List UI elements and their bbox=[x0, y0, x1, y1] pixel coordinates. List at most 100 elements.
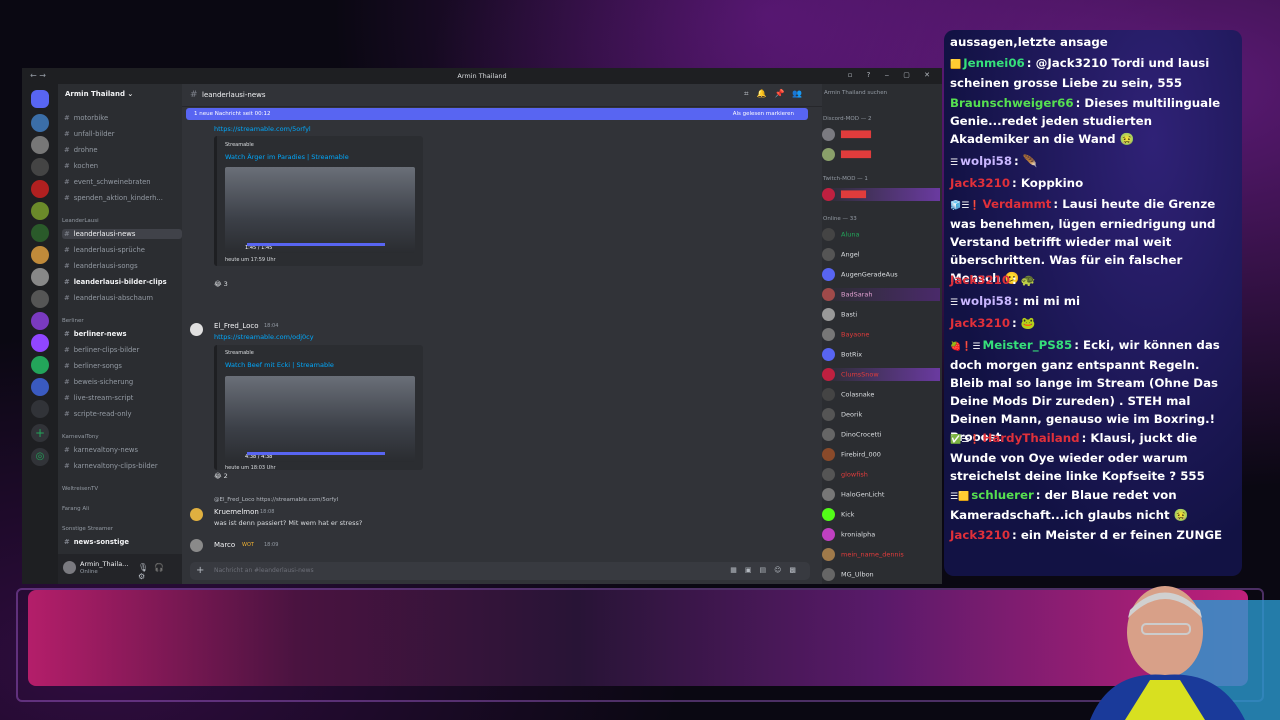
composer-placeholder[interactable]: Nachricht an #leanderlausi-news bbox=[214, 567, 314, 574]
message-author[interactable]: Marco bbox=[214, 541, 235, 549]
category-label[interactable]: LeanderLausi bbox=[62, 218, 99, 224]
member-item[interactable]: Basti bbox=[822, 308, 857, 321]
member-item[interactable]: ██████ bbox=[822, 148, 871, 161]
channel-item[interactable]: # news-sonstige bbox=[64, 538, 129, 546]
member-item[interactable]: Bayaone bbox=[822, 328, 869, 341]
plus-icon[interactable]: + bbox=[196, 565, 204, 576]
member-item[interactable]: Firebird_000 bbox=[822, 448, 881, 461]
explore-icon[interactable]: ◎ bbox=[31, 448, 49, 466]
channel-item[interactable]: # leanderlausi-abschaum bbox=[64, 294, 153, 302]
channel-item[interactable]: # berliner-songs bbox=[64, 362, 122, 370]
member-item[interactable]: HaloGenLicht bbox=[822, 488, 884, 501]
server-icon[interactable] bbox=[31, 202, 49, 220]
server-icon[interactable] bbox=[31, 246, 49, 264]
message-link[interactable]: https://streamable.com/odj0cy bbox=[214, 333, 314, 341]
message-link[interactable]: https://streamable.com/5orfyl bbox=[214, 125, 311, 133]
server-icon[interactable] bbox=[31, 400, 49, 418]
member-search[interactable]: Armin Thailand suchen bbox=[824, 90, 887, 96]
progress-bar[interactable] bbox=[247, 243, 385, 246]
member-item[interactable]: Colasnake bbox=[822, 388, 874, 401]
member-item[interactable]: MG_Ulbon bbox=[822, 568, 874, 581]
category-label[interactable]: WeltreisenTV bbox=[62, 486, 98, 492]
channel-item[interactable]: # drohne bbox=[64, 146, 98, 154]
member-item[interactable]: DinoCrocetti bbox=[822, 428, 881, 441]
hash-icon: # bbox=[190, 90, 198, 100]
channel-item[interactable]: # leanderlausi-bilder-clips bbox=[64, 278, 167, 286]
channel-item[interactable]: # karnevaltony-news bbox=[64, 446, 138, 454]
avatar[interactable] bbox=[190, 539, 203, 552]
channel-item[interactable]: # scripte-read-only bbox=[64, 410, 132, 418]
server-icon[interactable] bbox=[31, 312, 49, 330]
embed-title[interactable]: Watch Beef mit Ecki | Streamable bbox=[225, 361, 334, 369]
channel-item[interactable]: # beweis-sicherung bbox=[64, 378, 133, 386]
server-icon[interactable] bbox=[31, 114, 49, 132]
server-icon[interactable] bbox=[31, 158, 49, 176]
header-icons[interactable]: ⌗🔔📌👥 bbox=[744, 89, 810, 99]
category-label[interactable]: KarnevalTony bbox=[62, 434, 99, 440]
user-badge: WOT bbox=[242, 542, 254, 548]
chat-message: ✅☰❗ HardyThailand: Klausi, juckt die Wund… bbox=[950, 431, 1205, 483]
composer-icons[interactable]: ▦▣▤☺▩ bbox=[730, 566, 804, 574]
member-item[interactable]: glowfish bbox=[822, 468, 868, 481]
member-item[interactable]: █████ bbox=[822, 188, 940, 201]
member-item[interactable]: Kick bbox=[822, 508, 854, 521]
new-message-bar[interactable]: 1 neue Nachricht seit 00:12 Als gelesen … bbox=[186, 108, 808, 120]
channel-item[interactable]: # leanderlausi-sprüche bbox=[64, 246, 145, 254]
mic-headset-settings-icon[interactable]: 🎙🎧⚙ bbox=[138, 563, 182, 581]
message-author[interactable]: Kruemelmon bbox=[214, 508, 259, 516]
mark-read-button[interactable]: Als gelesen markieren bbox=[733, 111, 794, 117]
webcam-feed bbox=[1090, 586, 1280, 720]
server-icon[interactable] bbox=[31, 356, 49, 374]
reply-reference[interactable]: @El_Fred_Loco https://streamable.com/5or… bbox=[214, 497, 338, 503]
video-player[interactable]: 4:38 / 4:38 bbox=[225, 376, 415, 462]
server-icon[interactable] bbox=[31, 290, 49, 308]
message-composer[interactable]: + Nachricht an #leanderlausi-news ▦▣▤☺▩ bbox=[190, 562, 810, 580]
server-icon[interactable] bbox=[31, 334, 49, 352]
member-item[interactable]: mein_name_dennis bbox=[822, 548, 904, 561]
category-label[interactable]: Berliner bbox=[62, 318, 84, 324]
message-author[interactable]: El_Fred_Loco bbox=[214, 322, 259, 330]
channel-item[interactable]: # kochen bbox=[64, 162, 98, 170]
server-icon[interactable] bbox=[31, 224, 49, 242]
member-item[interactable]: Deorik bbox=[822, 408, 862, 421]
channel-item-active[interactable]: # leanderlausi-news bbox=[62, 229, 182, 239]
channel-item[interactable]: # berliner-clips-bilder bbox=[64, 346, 139, 354]
window-controls[interactable]: ▫ ? ‒ ▢ ✕ bbox=[848, 71, 936, 79]
avatar[interactable] bbox=[190, 323, 203, 336]
server-icon[interactable] bbox=[31, 268, 49, 286]
guild-name[interactable]: Armin Thailand ⌄ bbox=[65, 90, 133, 98]
video-player[interactable]: 1:45 / 1:45 bbox=[225, 167, 415, 253]
channel-item[interactable]: # motorbike bbox=[64, 114, 108, 122]
avatar[interactable] bbox=[63, 561, 76, 574]
add-server-icon[interactable]: + bbox=[31, 424, 49, 442]
member-category: Online — 33 bbox=[823, 216, 857, 222]
member-item[interactable]: AugenGeradeAus bbox=[822, 268, 898, 281]
server-icon[interactable] bbox=[31, 136, 49, 154]
channel-item[interactable]: # karnevaltony-clips-bilder bbox=[64, 462, 158, 470]
member-item[interactable]: BotRix bbox=[822, 348, 862, 361]
chat-message: aussagen,letzte ansage bbox=[950, 35, 1108, 49]
reaction[interactable]: 😂 3 bbox=[214, 280, 228, 288]
member-item[interactable]: BadSarah bbox=[822, 288, 940, 301]
server-icon[interactable] bbox=[31, 378, 49, 396]
member-item[interactable]: Aluna bbox=[822, 228, 859, 241]
channel-item[interactable]: # leanderlausi-songs bbox=[64, 262, 138, 270]
member-item[interactable]: kronialpha bbox=[822, 528, 875, 541]
category-label[interactable]: Sonstige Streamer bbox=[62, 526, 113, 532]
member-item[interactable]: Angel bbox=[822, 248, 860, 261]
embed-title[interactable]: Watch Ärger im Paradies | Streamable bbox=[225, 153, 349, 161]
member-category: Twitch-MOD — 1 bbox=[823, 176, 868, 182]
category-label[interactable]: Farang Ali bbox=[62, 506, 89, 512]
channel-item[interactable]: # spenden_aktion_kinderh... bbox=[64, 194, 163, 202]
channel-item[interactable]: # live-stream-script bbox=[64, 394, 133, 402]
progress-bar[interactable] bbox=[247, 452, 385, 455]
server-icon[interactable] bbox=[31, 180, 49, 198]
discord-home-icon[interactable] bbox=[31, 90, 49, 108]
channel-item[interactable]: # berliner-news bbox=[64, 330, 127, 338]
avatar[interactable] bbox=[190, 508, 203, 521]
channel-item[interactable]: # unfall-bilder bbox=[64, 130, 115, 138]
member-item[interactable]: ClumsSnow bbox=[822, 368, 940, 381]
reaction[interactable]: 😂 2 bbox=[214, 472, 228, 480]
channel-item[interactable]: # event_schweinebraten bbox=[64, 178, 151, 186]
member-item[interactable]: ██████ bbox=[822, 128, 871, 141]
